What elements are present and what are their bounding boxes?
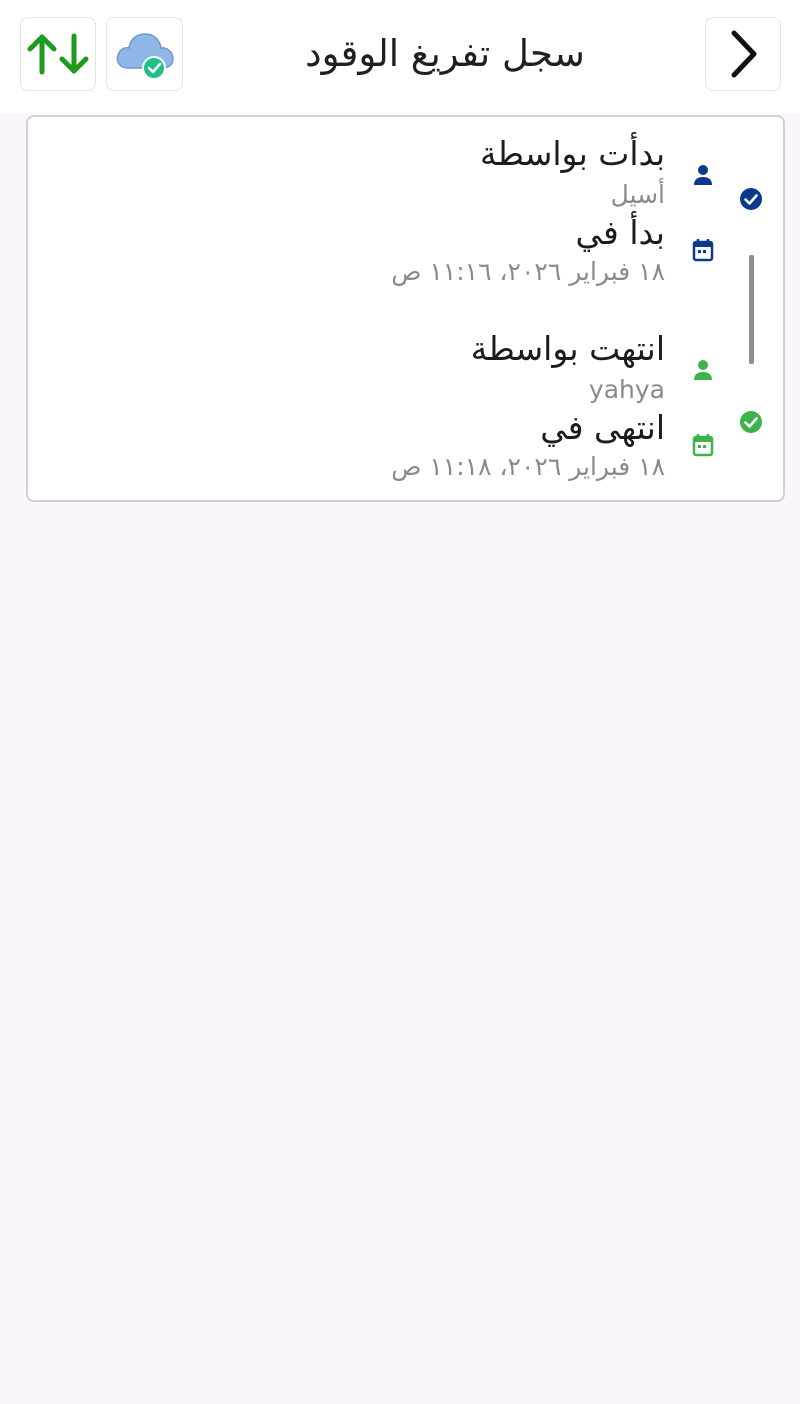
sync-status-button[interactable]	[106, 17, 183, 91]
scrollbar[interactable]	[749, 255, 754, 364]
unload-log-card: بدأت بواسطة أسيل بدأ في ١٨ فبراير ٢٠٢٦، …	[26, 115, 785, 502]
person-icon	[694, 360, 712, 380]
check-circle-icon	[740, 411, 762, 433]
check-circle-icon	[740, 188, 762, 210]
page-title: سجل تفريغ الوقود	[305, 32, 585, 75]
calendar-icon	[692, 434, 714, 457]
ended-at-value: ١٨ فبراير ٢٠٢٦، ١١:١٨ ص	[391, 452, 665, 481]
person-icon	[694, 165, 712, 185]
sort-button[interactable]	[20, 17, 96, 91]
ended-at-label: انتهى في	[540, 408, 665, 447]
cloud-synced-icon	[116, 33, 174, 80]
app-header: سجل تفريغ الوقود	[0, 0, 800, 113]
started-by-label: بدأت بواسطة	[479, 134, 665, 173]
ended-by-label: انتهت بواسطة	[470, 329, 665, 368]
chevron-right-icon	[731, 30, 757, 78]
ended-by-value: yahya	[588, 375, 665, 404]
calendar-icon	[692, 239, 714, 262]
started-at-label: بدأ في	[575, 213, 665, 252]
sort-arrows-icon	[27, 33, 89, 75]
back-button[interactable]	[705, 17, 781, 91]
started-at-value: ١٨ فبراير ٢٠٢٦، ١١:١٦ ص	[391, 257, 665, 286]
started-by-value: أسيل	[610, 180, 665, 209]
